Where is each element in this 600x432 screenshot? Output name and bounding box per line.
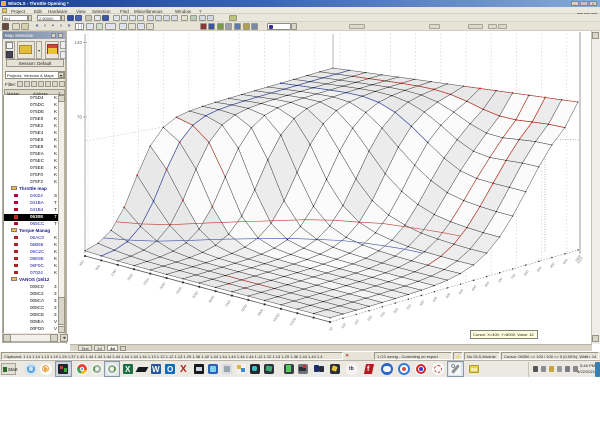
svg-text:100: 100 <box>340 322 347 329</box>
svg-text:10000: 10000 <box>272 312 281 322</box>
svg-text:700: 700 <box>497 277 504 284</box>
svg-text:300: 300 <box>393 307 400 314</box>
svg-text:1600: 1600 <box>126 273 134 282</box>
svg-text:140: 140 <box>74 40 82 45</box>
svg-text:400: 400 <box>78 260 85 267</box>
svg-text:600: 600 <box>471 284 478 291</box>
svg-text:11000: 11000 <box>289 317 298 327</box>
svg-text:650: 650 <box>484 281 491 288</box>
svg-text:9000: 9000 <box>257 308 265 317</box>
svg-text:4000: 4000 <box>175 286 183 295</box>
svg-text:800: 800 <box>95 264 102 271</box>
svg-text:850: 850 <box>536 266 543 273</box>
svg-text:6000: 6000 <box>208 295 216 304</box>
svg-text:800: 800 <box>523 269 530 276</box>
svg-text:500: 500 <box>445 292 452 299</box>
svg-text:250: 250 <box>379 311 386 318</box>
svg-text:70: 70 <box>77 115 83 120</box>
svg-text:400: 400 <box>419 300 426 307</box>
svg-text:150: 150 <box>353 319 360 326</box>
svg-text:1200: 1200 <box>110 268 118 277</box>
svg-text:200: 200 <box>366 315 373 322</box>
svg-text:350: 350 <box>406 303 413 310</box>
svg-text:550: 550 <box>458 288 465 295</box>
svg-text:2000: 2000 <box>143 277 151 286</box>
svg-text:5000: 5000 <box>192 290 200 299</box>
svg-text:750: 750 <box>510 273 517 280</box>
svg-text:900: 900 <box>549 262 556 269</box>
svg-text:950: 950 <box>562 258 569 265</box>
svg-text:3000: 3000 <box>159 282 167 291</box>
svg-text:7000: 7000 <box>224 299 232 308</box>
svg-text:50: 50 <box>328 326 334 331</box>
svg-text:8000: 8000 <box>241 304 249 313</box>
svg-text:450: 450 <box>432 296 439 303</box>
